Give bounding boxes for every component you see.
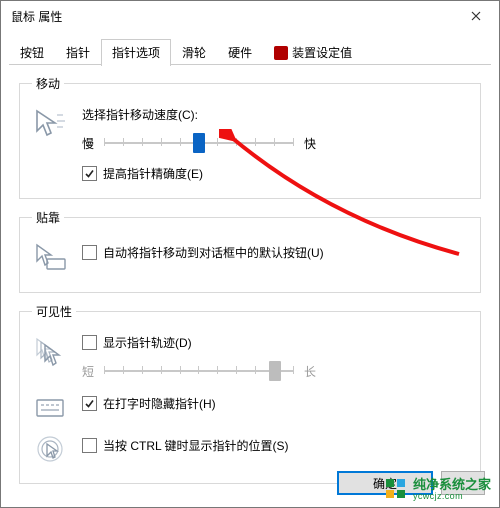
hide-while-typing-icon xyxy=(32,389,68,425)
tab-device-settings[interactable]: 装置设定值 xyxy=(263,39,363,66)
tab-pointer-options[interactable]: 指针选项 xyxy=(101,39,171,66)
mouse-properties-window: 鼠标 属性 按钮 指针 指针选项 滑轮 硬件 装置设定值 移动 选择指针移动速度… xyxy=(0,0,500,508)
hide-while-typing-checkbox[interactable]: 在打字时隐藏指针(H) xyxy=(82,395,468,412)
ctrl-locate-icon xyxy=(32,431,68,467)
close-icon xyxy=(471,11,481,21)
watermark-url: ycwcjz.com xyxy=(413,492,491,501)
enhance-precision-label: 提高指针精确度(E) xyxy=(103,165,203,182)
speed-slow-label: 慢 xyxy=(82,135,94,152)
tab-hardware[interactable]: 硬件 xyxy=(217,39,263,66)
pointer-trails-label: 显示指针轨迹(D) xyxy=(103,334,192,351)
tab-wheel[interactable]: 滑轮 xyxy=(171,39,217,66)
watermark-icon xyxy=(385,478,407,500)
group-snap: 贴靠 自动将指针移动到对话框中的默认按钮(U) xyxy=(19,209,481,293)
pointer-trails-checkbox[interactable]: 显示指针轨迹(D) xyxy=(82,334,468,351)
snap-to-checkbox[interactable]: 自动将指针移动到对话框中的默认按钮(U) xyxy=(82,244,468,261)
titlebar: 鼠标 属性 xyxy=(1,1,499,32)
pointer-speed-slider[interactable] xyxy=(104,131,294,155)
group-visibility-legend: 可见性 xyxy=(32,303,76,320)
trails-short-label: 短 xyxy=(82,363,94,380)
group-motion-legend: 移动 xyxy=(32,75,64,92)
pointer-trails-slider xyxy=(104,359,294,383)
watermark-text: 纯净系统之家 xyxy=(413,478,491,492)
device-settings-icon xyxy=(274,46,288,60)
tab-buttons[interactable]: 按钮 xyxy=(9,39,55,66)
pointer-trails-icon xyxy=(32,334,68,370)
group-motion: 移动 选择指针移动速度(C): 慢 快 xyxy=(19,75,481,199)
tab-pointers[interactable]: 指针 xyxy=(55,39,101,66)
pointer-speed-label: 选择指针移动速度(C): xyxy=(82,108,198,122)
watermark: 纯净系统之家 ycwcjz.com xyxy=(385,478,491,501)
snap-to-label: 自动将指针移动到对话框中的默认按钮(U) xyxy=(103,244,324,261)
snap-to-icon xyxy=(32,240,68,276)
ctrl-locate-label: 当按 CTRL 键时显示指针的位置(S) xyxy=(103,437,289,454)
tab-content: 移动 选择指针移动速度(C): 慢 快 xyxy=(1,65,499,484)
pointer-speed-icon xyxy=(32,106,68,142)
hide-while-typing-label: 在打字时隐藏指针(H) xyxy=(103,395,216,412)
ctrl-locate-checkbox[interactable]: 当按 CTRL 键时显示指针的位置(S) xyxy=(82,437,468,454)
tab-strip: 按钮 指针 指针选项 滑轮 硬件 装置设定值 xyxy=(1,32,499,65)
close-button[interactable] xyxy=(453,1,499,31)
enhance-precision-checkbox[interactable]: 提高指针精确度(E) xyxy=(82,165,468,182)
speed-fast-label: 快 xyxy=(304,135,316,152)
group-visibility: 可见性 显示指针轨迹(D) 短 xyxy=(19,303,481,484)
trails-long-label: 长 xyxy=(304,363,316,380)
window-title: 鼠标 属性 xyxy=(11,8,62,25)
group-snap-legend: 贴靠 xyxy=(32,209,64,226)
